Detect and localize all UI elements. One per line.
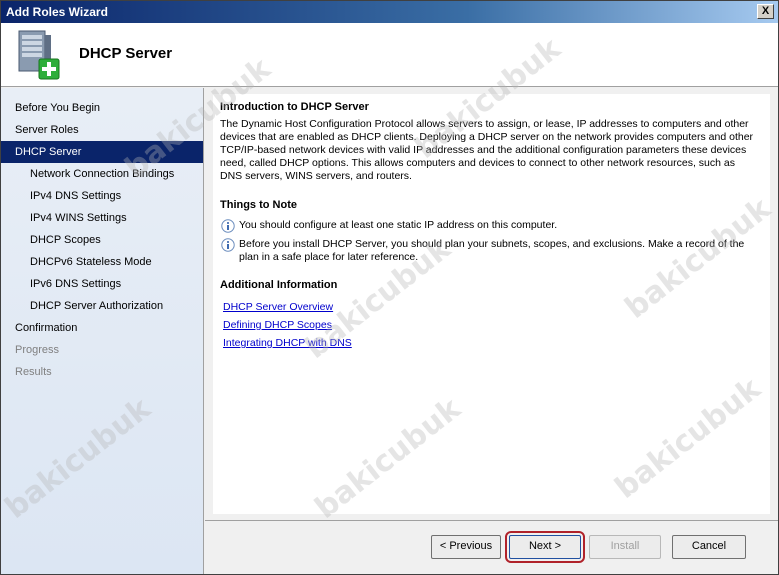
page-title: DHCP Server — [79, 45, 173, 62]
server-add-icon — [18, 30, 60, 80]
note-item: Before you install DHCP Server, you shou… — [220, 238, 760, 264]
nav-item-dhcp-server[interactable]: DHCP Server — [1, 141, 203, 163]
additional-info-heading: Additional Information — [220, 279, 338, 291]
content-panel: Introduction to DHCP Server The Dynamic … — [213, 94, 770, 514]
intro-heading: Introduction to DHCP Server — [220, 101, 369, 113]
close-button[interactable]: X — [757, 4, 774, 19]
wizard-header: DHCP Server — [1, 23, 778, 87]
note-item: You should configure at least one static… — [220, 219, 760, 233]
nav-item-progress: Progress — [15, 344, 60, 356]
add-roles-wizard-window: Add Roles Wizard X DHCP Server Before Yo… — [0, 0, 779, 575]
info-icon — [221, 238, 235, 252]
note-text: You should configure at least one static… — [239, 219, 558, 231]
title-bar[interactable]: Add Roles Wizard X — [1, 1, 778, 23]
content-pane: Introduction to DHCP Server The Dynamic … — [205, 88, 778, 520]
info-icon — [221, 219, 235, 233]
link-defining-dhcp-scopes[interactable]: Defining DHCP Scopes — [223, 319, 332, 331]
nav-item-network-connection-bindings[interactable]: Network Connection Bindings — [1, 163, 203, 185]
nav-item-ipv4-wins-settings[interactable]: IPv4 WINS Settings — [1, 207, 203, 229]
window-title: Add Roles Wizard — [6, 5, 108, 19]
install-button: Install — [589, 535, 661, 559]
nav-item-dhcpv6-stateless-mode[interactable]: DHCPv6 Stateless Mode — [1, 251, 203, 273]
previous-button[interactable]: < Previous — [431, 535, 501, 559]
note-text: Before you install DHCP Server, you shou… — [239, 238, 745, 263]
nav-item-dhcp-server-authorization[interactable]: DHCP Server Authorization — [1, 295, 203, 317]
link-dhcp-server-overview[interactable]: DHCP Server Overview — [223, 301, 333, 313]
nav-item-confirmation[interactable]: Confirmation — [1, 317, 203, 339]
intro-paragraph: The Dynamic Host Configuration Protocol … — [220, 118, 754, 182]
nav-item-server-roles[interactable]: Server Roles — [1, 119, 203, 141]
nav-item-before-you-begin[interactable]: Before You Begin — [1, 97, 203, 119]
nav-item-results: Results — [15, 366, 52, 378]
nav-item-ipv6-dns-settings[interactable]: IPv6 DNS Settings — [1, 273, 203, 295]
nav-item-ipv4-dns-settings[interactable]: IPv4 DNS Settings — [1, 185, 203, 207]
next-button[interactable]: Next > — [505, 531, 585, 563]
wizard-footer: < Previous Next > Install Cancel — [205, 520, 778, 574]
link-integrating-dhcp-with-dns[interactable]: Integrating DHCP with DNS — [223, 337, 352, 349]
cancel-button[interactable]: Cancel — [672, 535, 746, 559]
notes-heading: Things to Note — [220, 199, 297, 211]
nav-item-dhcp-scopes[interactable]: DHCP Scopes — [1, 229, 203, 251]
wizard-navigation: Before You Begin Server Roles DHCP Serve… — [1, 88, 204, 574]
